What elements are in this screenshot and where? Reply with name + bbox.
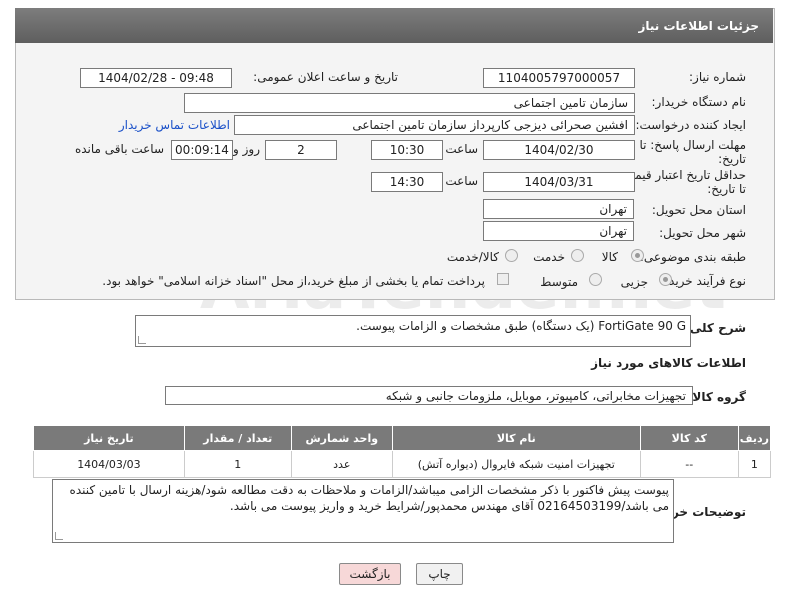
treasury-checkbox[interactable] [497,273,509,285]
announce-label: تاریخ و ساعت اعلان عمومی: [253,70,398,84]
reply-time-label: ساعت [445,142,478,156]
back-button[interactable]: بازگشت [339,563,401,585]
category-goods-radio[interactable] [631,249,644,262]
buyer-notes-textarea[interactable]: پیوست پیش فاکتور با ذکر مشخصات الزامی می… [52,479,674,543]
goods-group-label: گروه کالا: [687,390,746,404]
col-code-header: کد کالا [639,425,739,451]
price-date-field[interactable]: 1404/03/31 [483,172,635,192]
province-field[interactable]: تهران [483,199,634,219]
description-text: FortiGate 90 G (یک دستگاه) طبق مشخصات و … [356,319,686,333]
days-field[interactable]: 2 [265,140,337,160]
days-label: روز و [233,142,260,156]
buyer-org-label: نام دستگاه خریدار: [651,95,747,109]
price-validity-label-2: تا تاریخ: [707,182,746,196]
announce-field[interactable]: 1404/02/28 - 09:48 [80,68,232,88]
col-row-header: ردیف [737,425,772,451]
resize-grip-icon[interactable] [55,532,63,540]
category-both-label: کالا/خدمت [446,250,499,264]
payment-note: پرداخت تمام یا بخشی از مبلغ خرید،از محل … [102,274,485,288]
contact-link[interactable]: اطلاعات تماس خریدار [119,118,230,132]
panel-title: جزئیات اطلاعات نیاز [638,19,759,33]
cell-qty: 1 [183,450,292,478]
category-label: طبقه بندی موضوعی: [639,250,746,264]
category-both-radio[interactable] [505,249,518,262]
cell-name: تجهیزات امنیت شبکه فایروال (دیواره آتش) [391,450,641,478]
price-time-field[interactable]: 14:30 [371,172,443,192]
reply-deadline-label: مهلت ارسال پاسخ: تا [639,138,746,152]
description-textarea[interactable]: FortiGate 90 G (یک دستگاه) طبق مشخصات و … [135,315,691,347]
remaining-time-field[interactable]: 00:09:14 [171,140,233,160]
process-medium-label: متوسط [540,275,578,289]
items-table: ردیف کد کالا نام کالا واحد شمارش تعداد /… [33,425,772,478]
need-number-field[interactable]: 1104005797000057 [483,68,635,88]
cell-code: -- [639,450,739,478]
goods-group-field[interactable]: تجهیزات مخابراتی، کامپیوتر، موبایل، ملزو… [165,386,693,405]
reply-date-field[interactable]: 1404/02/30 [483,140,635,160]
goods-section-title: اطلاعات کالاهای مورد نیاز [591,356,746,370]
need-number-label: شماره نیاز: [689,70,746,84]
table-row[interactable]: 1 -- تجهیزات امنیت شبکه فایروال (دیواره … [33,450,772,478]
print-button[interactable]: چاپ [416,563,463,585]
creator-label: ایجاد کننده درخواست: [635,118,746,132]
cell-date: 1404/03/03 [33,450,185,478]
category-service-radio[interactable] [571,249,584,262]
province-label: استان محل تحویل: [651,203,746,217]
price-validity-label: حداقل تاریخ اعتبار قیمت: [619,168,746,182]
panel-header: جزئیات اطلاعات نیاز [15,8,773,43]
resize-grip-icon[interactable] [138,336,146,344]
process-label: نوع فرآیند خرید : [661,274,746,288]
remaining-label: ساعت باقی مانده [74,142,164,156]
process-medium-radio[interactable] [589,273,602,286]
cell-row: 1 [737,450,772,478]
process-minor-label: جزیی [620,275,648,289]
category-goods-label: کالا [601,250,618,264]
col-name-header: نام کالا [391,425,641,451]
price-time-label: ساعت [445,174,478,188]
col-date-header: تاریخ نیاز [33,425,185,451]
col-qty-header: تعداد / مقدار [183,425,292,451]
buyer-notes-text: پیوست پیش فاکتور با ذکر مشخصات الزامی می… [69,483,669,513]
col-unit-header: واحد شمارش [290,425,393,451]
process-minor-radio[interactable] [659,273,672,286]
table-header-row: ردیف کد کالا نام کالا واحد شمارش تعداد /… [33,425,772,451]
category-service-label: خدمت [533,250,565,264]
buyer-org-field[interactable]: سازمان تامین اجتماعی [184,93,635,113]
cell-unit: عدد [290,450,393,478]
reply-deadline-label-2: تاریخ: [718,152,746,166]
reply-time-field[interactable]: 10:30 [371,140,443,160]
city-label: شهر محل تحویل: [659,226,746,240]
creator-field[interactable]: افشین صحرائی دیزجی کارپرداز سازمان تامین… [234,115,635,135]
city-field[interactable]: تهران [483,221,634,241]
